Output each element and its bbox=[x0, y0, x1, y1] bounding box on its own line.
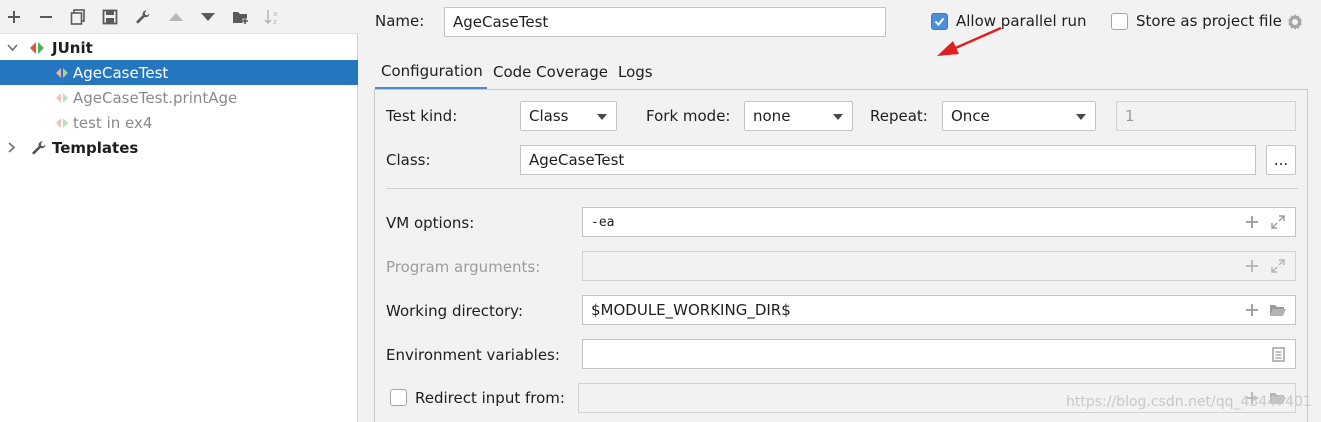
vm-options-value: -ea bbox=[591, 214, 615, 230]
name-input-value: AgeCaseTest bbox=[453, 13, 549, 31]
divider bbox=[386, 188, 1298, 189]
fork-mode-value: none bbox=[753, 107, 791, 125]
tree-toolbar: az bbox=[0, 0, 358, 34]
repeat-count-input[interactable]: 1 bbox=[1116, 101, 1296, 131]
tree-item-label: test in ex4 bbox=[73, 113, 153, 132]
tab-code-coverage[interactable]: Code Coverage bbox=[493, 54, 611, 90]
expand-icon[interactable] bbox=[1271, 259, 1285, 273]
watermark: https://blog.csdn.net/qq_43447401 bbox=[1066, 394, 1312, 410]
save-icon[interactable] bbox=[99, 6, 121, 28]
sort-icon[interactable]: az bbox=[262, 6, 284, 28]
configuration-panel: Test kind: Class Fork mode: none Repeat:… bbox=[374, 89, 1308, 422]
class-label: Class: bbox=[386, 151, 431, 169]
add-icon[interactable] bbox=[1245, 215, 1259, 229]
copy-icon[interactable] bbox=[67, 6, 89, 28]
junit-test-icon bbox=[55, 67, 69, 79]
chevron-right-icon[interactable] bbox=[5, 141, 19, 155]
working-dir-label: Working directory: bbox=[386, 302, 524, 320]
vm-options-input[interactable]: -ea bbox=[582, 207, 1296, 237]
junit-icon bbox=[29, 41, 45, 55]
program-args-label: Program arguments: bbox=[386, 258, 541, 276]
annotation-arrow bbox=[937, 26, 1002, 56]
tree-item-label: AgeCaseTest bbox=[73, 63, 169, 82]
chevron-down-icon bbox=[1076, 114, 1086, 120]
document-icon[interactable] bbox=[1271, 346, 1285, 362]
wrench-icon bbox=[30, 140, 48, 156]
test-kind-label: Test kind: bbox=[386, 107, 458, 125]
redirect-input-label: Redirect input from: bbox=[415, 389, 565, 407]
tab-label: Logs bbox=[618, 63, 653, 81]
new-folder-icon[interactable] bbox=[230, 6, 252, 28]
repeat-select[interactable]: Once bbox=[942, 101, 1096, 131]
junit-test-temp-icon bbox=[55, 117, 69, 129]
redirect-input-checkbox[interactable] bbox=[390, 389, 407, 406]
run-config-tree-panel: az JUnit AgeCaseTest AgeCaseTest.printAg… bbox=[0, 0, 358, 422]
tab-configuration[interactable]: Configuration bbox=[375, 54, 487, 90]
tree-item-templates[interactable]: Templates bbox=[0, 135, 358, 160]
working-dir-input[interactable]: $MODULE_WORKING_DIR$ bbox=[582, 295, 1296, 325]
class-browse-button[interactable]: ... bbox=[1266, 145, 1296, 175]
class-input-value: AgeCaseTest bbox=[529, 151, 625, 169]
name-input[interactable]: AgeCaseTest bbox=[444, 7, 886, 37]
working-dir-value: $MODULE_WORKING_DIR$ bbox=[591, 301, 791, 319]
run-config-editor: Name: AgeCaseTest Allow parallel run Sto… bbox=[359, 0, 1321, 422]
tab-label: Code Coverage bbox=[493, 63, 609, 81]
folder-icon[interactable] bbox=[1269, 303, 1287, 317]
chevron-down-icon[interactable] bbox=[5, 41, 19, 55]
env-vars-input[interactable] bbox=[582, 339, 1296, 369]
junit-test-temp-icon bbox=[55, 92, 69, 104]
add-icon[interactable] bbox=[3, 6, 25, 28]
tree-item-test-in-ex4[interactable]: test in ex4 bbox=[0, 110, 358, 135]
remove-icon[interactable] bbox=[35, 6, 57, 28]
expand-icon[interactable] bbox=[1271, 215, 1285, 229]
fork-mode-label: Fork mode: bbox=[646, 107, 731, 125]
tree-item-label: JUnit bbox=[52, 38, 93, 57]
test-kind-value: Class bbox=[529, 107, 569, 125]
add-icon[interactable] bbox=[1245, 303, 1259, 317]
test-kind-select[interactable]: Class bbox=[520, 101, 617, 131]
tab-label: Configuration bbox=[381, 61, 483, 80]
move-up-icon[interactable] bbox=[165, 6, 187, 28]
tree-item-label: AgeCaseTest.printAge bbox=[73, 88, 238, 107]
chevron-down-icon bbox=[597, 114, 607, 120]
add-icon[interactable] bbox=[1245, 259, 1259, 273]
repeat-label: Repeat: bbox=[870, 107, 928, 125]
tree-item-agecasetest[interactable]: AgeCaseTest bbox=[0, 60, 358, 85]
svg-text:a: a bbox=[273, 10, 277, 18]
vm-options-label: VM options: bbox=[386, 214, 475, 232]
repeat-count-value: 1 bbox=[1125, 107, 1135, 125]
move-down-icon[interactable] bbox=[197, 6, 219, 28]
repeat-value: Once bbox=[951, 107, 990, 125]
tree-item-junit[interactable]: JUnit bbox=[0, 35, 358, 60]
browse-label: ... bbox=[1273, 151, 1289, 169]
tree-item-agecasetest-printage[interactable]: AgeCaseTest.printAge bbox=[0, 85, 358, 110]
gear-icon[interactable] bbox=[1286, 13, 1304, 31]
tab-logs[interactable]: Logs bbox=[618, 54, 658, 90]
store-project-label: Store as project file bbox=[1136, 12, 1282, 30]
tree-item-label: Templates bbox=[52, 138, 139, 157]
wrench-icon[interactable] bbox=[132, 6, 154, 28]
chevron-down-icon bbox=[833, 114, 843, 120]
program-args-input[interactable] bbox=[582, 251, 1296, 281]
fork-mode-select[interactable]: none bbox=[744, 101, 853, 131]
store-project-checkbox[interactable] bbox=[1111, 13, 1128, 30]
svg-text:z: z bbox=[273, 18, 277, 25]
env-vars-label: Environment variables: bbox=[386, 346, 560, 364]
class-input[interactable]: AgeCaseTest bbox=[520, 145, 1256, 175]
name-label: Name: bbox=[375, 12, 425, 30]
